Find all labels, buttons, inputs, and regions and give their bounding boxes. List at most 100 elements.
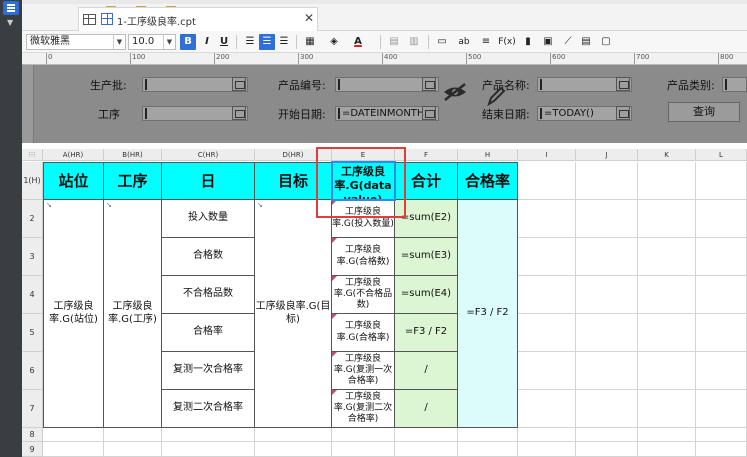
empty-cell[interactable] (576, 428, 638, 442)
align-right-icon[interactable]: ☰ (276, 34, 292, 50)
empty-cell[interactable] (638, 442, 696, 457)
product-type-input[interactable] (722, 77, 747, 92)
station-picker-icon[interactable] (232, 77, 246, 91)
formula-button[interactable]: F(x) (496, 34, 518, 50)
row-header-1[interactable]: 1(H) (22, 162, 43, 200)
formula-cell[interactable]: / (395, 352, 458, 390)
text-ab-button[interactable]: ab (454, 34, 474, 50)
empty-cell[interactable] (638, 314, 696, 352)
empty-cell[interactable] (458, 442, 518, 457)
empty-cell[interactable] (458, 428, 518, 442)
column-header-a[interactable]: A(HR) (43, 149, 104, 161)
chart-icon[interactable]: ▮ (520, 34, 536, 50)
metric-label-cell[interactable]: 复测一次合格率 (162, 352, 255, 390)
row-header-8[interactable]: 8 (22, 428, 43, 442)
empty-cell[interactable] (696, 314, 747, 352)
empty-cell[interactable] (518, 442, 576, 457)
empty-cell[interactable] (518, 352, 576, 390)
target-merged-cell[interactable]: ↘ 工序级良率.G(目标) (255, 200, 332, 428)
empty-cell[interactable] (162, 428, 255, 442)
header-day-cell[interactable]: 日 (162, 162, 255, 200)
row-header-9[interactable]: 9 (22, 442, 43, 457)
metric-label-cell[interactable]: 合格数 (162, 238, 255, 276)
empty-cell[interactable] (576, 442, 638, 457)
empty-cell[interactable] (255, 428, 332, 442)
empty-cell[interactable] (518, 314, 576, 352)
empty-cell[interactable] (255, 442, 332, 457)
metric-label-cell[interactable]: 合格率 (162, 314, 255, 352)
empty-cell[interactable] (638, 162, 696, 200)
merge-cells-icon[interactable]: ▤ (386, 34, 402, 50)
empty-cell[interactable] (518, 428, 576, 442)
empty-cell[interactable] (104, 442, 162, 457)
insert-element-icon[interactable]: ▢ (598, 34, 614, 50)
empty-cell[interactable] (696, 162, 747, 200)
formula-cell[interactable]: / (395, 390, 458, 428)
header-station-cell[interactable]: 站位 (43, 162, 104, 200)
header-process-cell[interactable]: 工序 (104, 162, 162, 200)
empty-cell[interactable] (576, 162, 638, 200)
empty-cell[interactable] (696, 238, 747, 276)
empty-cell[interactable] (332, 442, 395, 457)
data-column-cell[interactable]: 工序级良率.G(合格数) (332, 238, 395, 276)
empty-cell[interactable] (576, 314, 638, 352)
empty-cell[interactable] (696, 276, 747, 314)
row-header-6[interactable]: 6 (22, 352, 43, 390)
header-yield-cell[interactable]: 合格率 (458, 162, 518, 200)
column-header-b[interactable]: B(HR) (104, 149, 162, 161)
empty-cell[interactable] (576, 200, 638, 238)
empty-cell[interactable] (696, 200, 747, 238)
column-header-l[interactable]: L (696, 149, 747, 161)
empty-cell[interactable] (518, 162, 576, 200)
font-family-select[interactable]: 微软雅黑 ▼ (26, 34, 126, 50)
product-no-picker-icon[interactable] (422, 77, 436, 91)
empty-cell[interactable] (638, 428, 696, 442)
formula-cell[interactable]: =sum(E4) (395, 276, 458, 314)
metric-label-cell[interactable]: 不合格品数 (162, 276, 255, 314)
calendar-icon[interactable] (422, 106, 436, 120)
empty-cell[interactable] (696, 352, 747, 390)
text-field-icon[interactable]: ▭ (434, 34, 450, 50)
align-left-icon[interactable]: ☰ (242, 34, 258, 50)
empty-cell[interactable] (638, 352, 696, 390)
data-column-cell[interactable]: 工序级良率.G(复测二次合格率) (332, 390, 395, 428)
row-header-5[interactable]: 5 (22, 314, 43, 352)
column-header-c[interactable]: C(HR) (162, 149, 255, 161)
process-merged-cell[interactable]: ↘ 工序级良率.G(工序) (104, 200, 162, 428)
metric-label-cell[interactable]: 投入数量 (162, 200, 255, 238)
empty-cell[interactable] (696, 428, 747, 442)
row-header-7[interactable]: 7 (22, 390, 43, 428)
yield-merged-cell[interactable]: =F3 / F2 (458, 200, 518, 428)
formula-cell[interactable]: =F3 / F2 (395, 314, 458, 352)
italic-button[interactable]: I (199, 34, 215, 50)
row-header-4[interactable]: 4 (22, 276, 43, 314)
column-header-k[interactable]: K (638, 149, 696, 161)
empty-cell[interactable] (576, 238, 638, 276)
empty-cell[interactable] (518, 238, 576, 276)
image-icon[interactable]: ▣ (540, 34, 556, 50)
tab-report-file[interactable]: 1-工序级良率.cpt ✕ (78, 7, 318, 31)
close-tab-icon[interactable]: ✕ (304, 11, 314, 25)
empty-cell[interactable] (696, 442, 747, 457)
station-merged-cell[interactable]: ↘ 工序级良率.G(站位) (43, 200, 104, 428)
query-button[interactable]: 查询 (668, 102, 740, 122)
empty-cell[interactable] (576, 390, 638, 428)
column-header-h[interactable]: H (458, 149, 518, 161)
empty-cell[interactable] (638, 238, 696, 276)
empty-cell[interactable] (638, 390, 696, 428)
row-header-2[interactable]: 2 (22, 200, 43, 238)
calendar-icon[interactable] (616, 106, 630, 120)
empty-cell[interactable] (518, 276, 576, 314)
empty-cell[interactable] (518, 200, 576, 238)
unmerge-cells-icon[interactable]: ▥ (406, 34, 422, 50)
fill-color-icon[interactable]: ◈ (326, 34, 342, 50)
empty-cell[interactable] (395, 428, 458, 442)
column-header-j[interactable]: J (576, 149, 638, 161)
empty-cell[interactable] (395, 442, 458, 457)
sub-report-icon[interactable]: ▤ (578, 34, 594, 50)
data-column-cell[interactable]: 工序级良率.G(合格率) (332, 314, 395, 352)
bold-button[interactable]: B (180, 34, 196, 50)
grid-corner[interactable]: ⁝⁝⁝ (22, 149, 43, 161)
empty-cell[interactable] (638, 276, 696, 314)
paragraph-icon[interactable]: ≡ (478, 34, 494, 50)
